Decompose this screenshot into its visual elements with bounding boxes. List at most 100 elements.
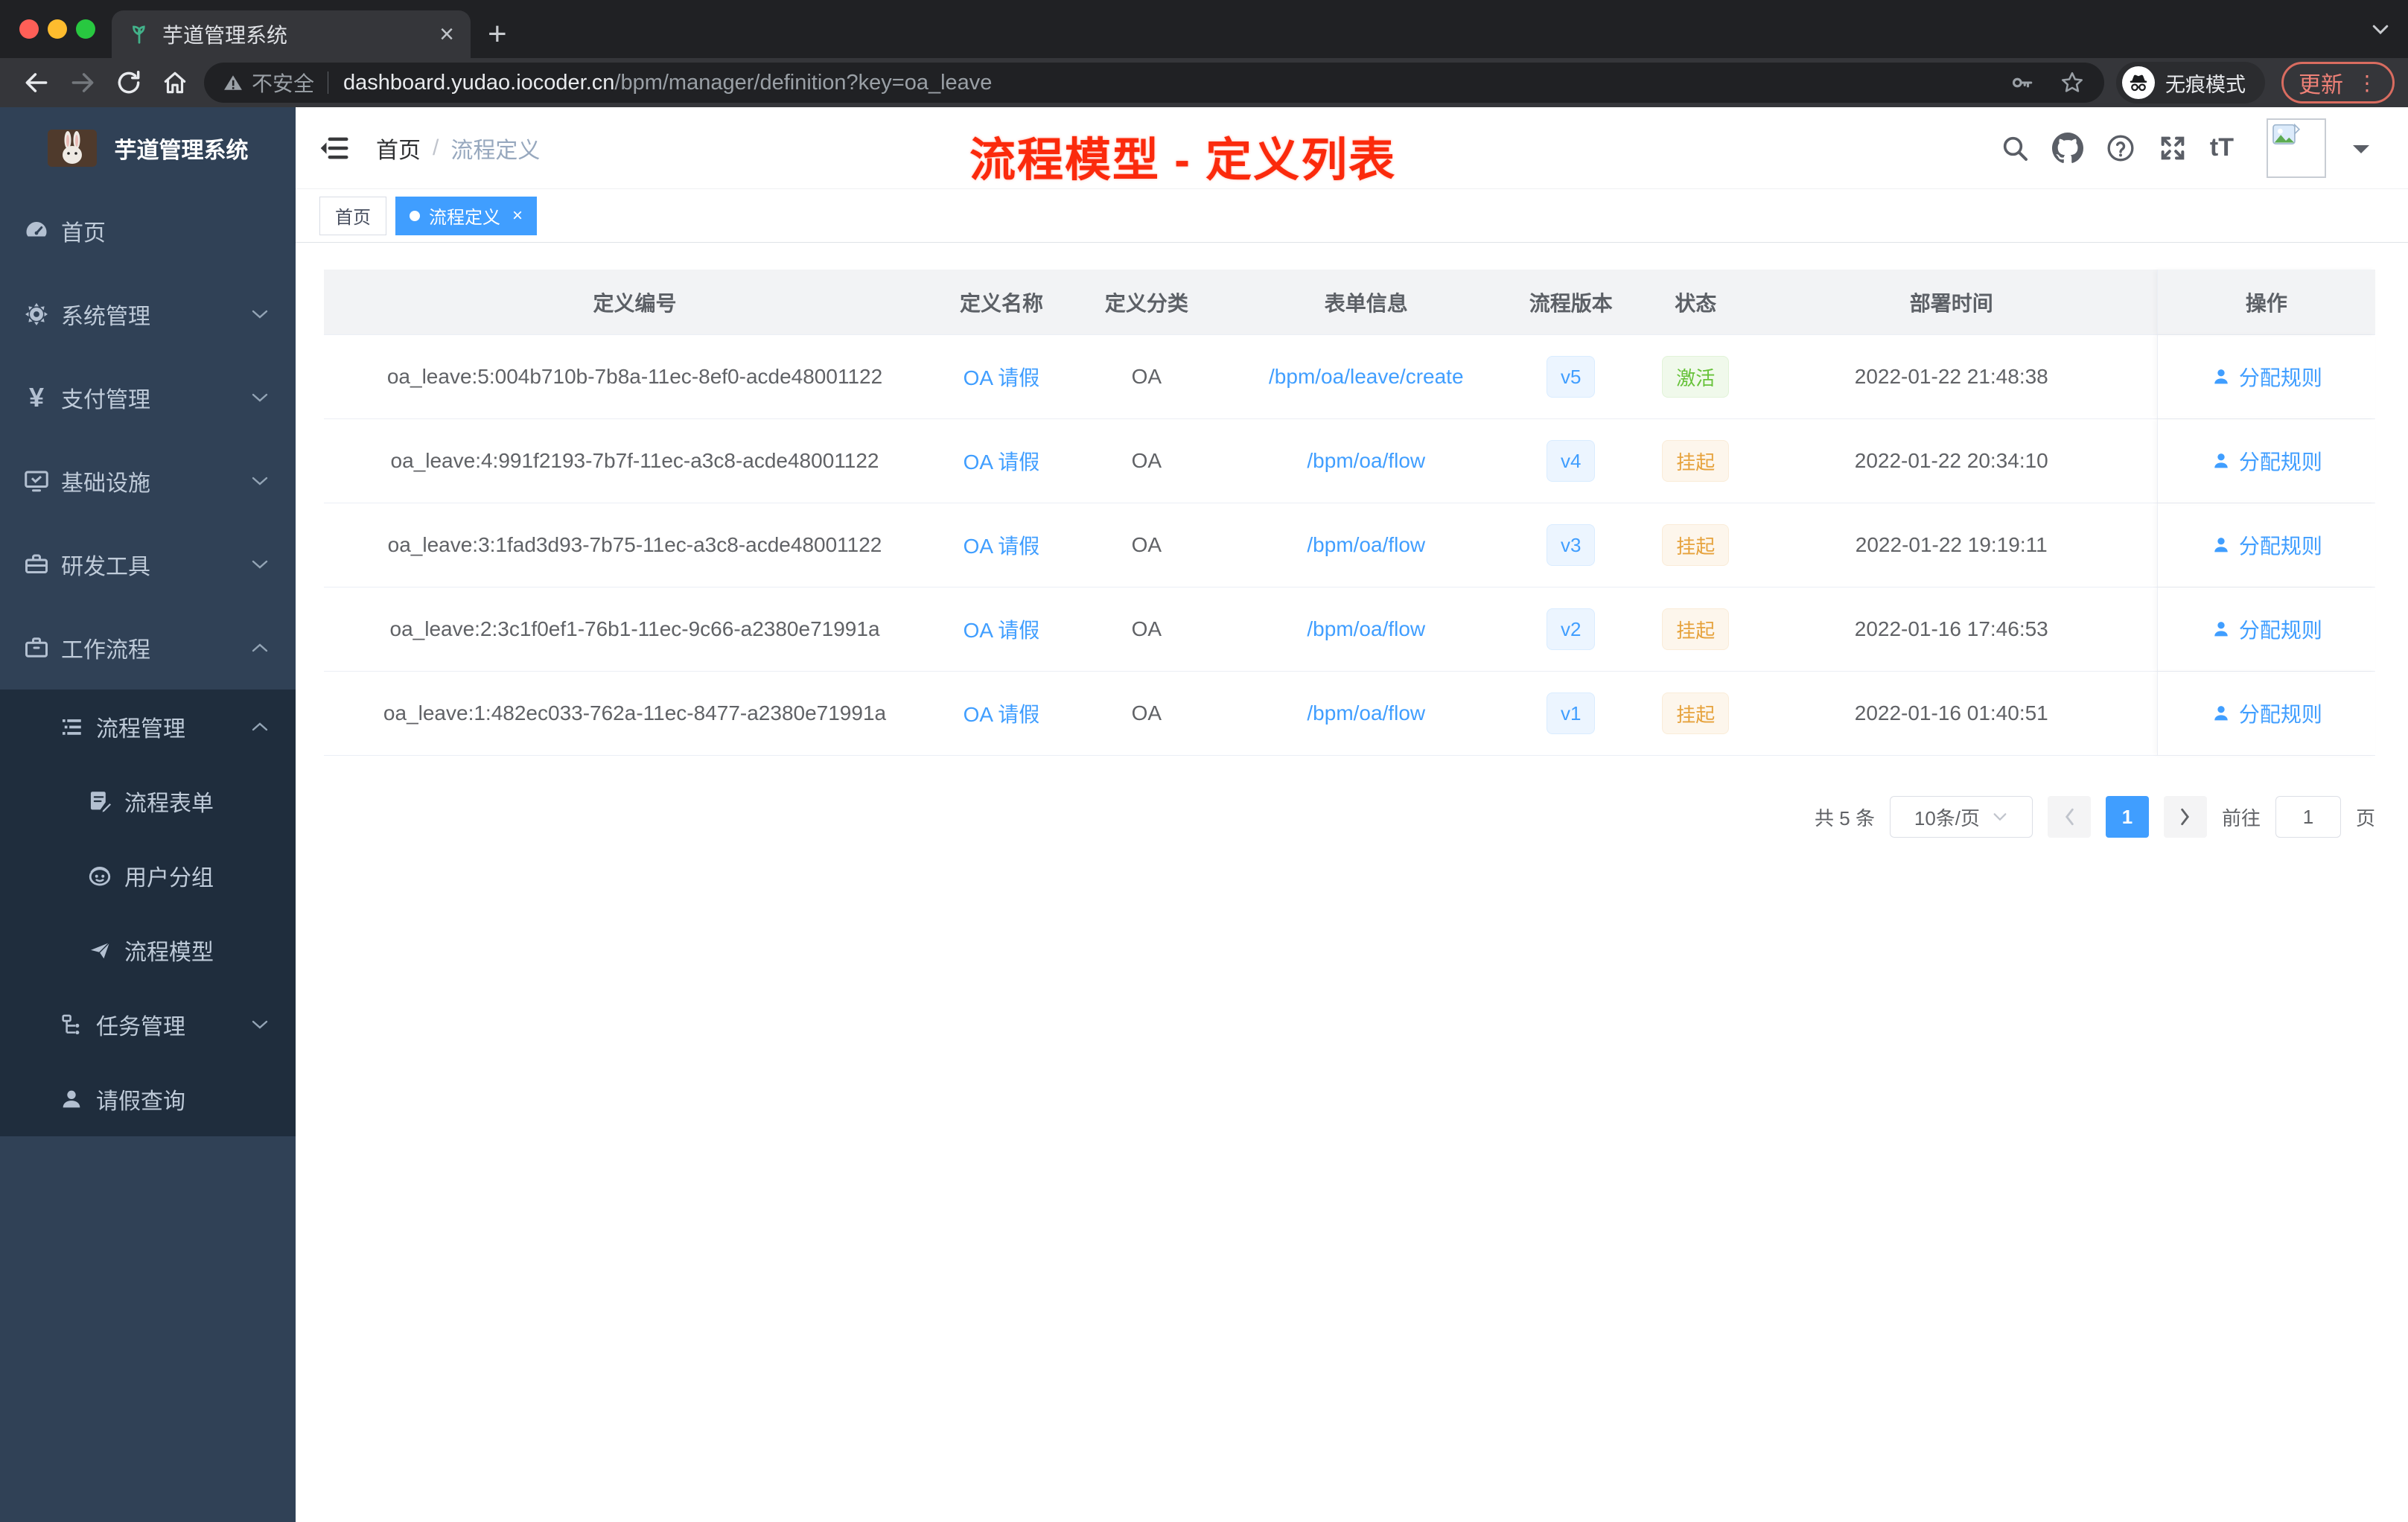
new-tab-button[interactable]: +	[488, 10, 507, 58]
assign-user-icon	[2211, 366, 2232, 387]
assign-rule-link[interactable]: 分配规则	[2239, 362, 2322, 392]
favicon-sprout-icon	[128, 23, 150, 45]
form-info-link[interactable]: /bpm/oa/flow	[1307, 701, 1425, 725]
definition-category: OA	[1131, 365, 1162, 388]
github-icon[interactable]	[2051, 132, 2083, 164]
sidebar-item-process-management[interactable]: 流程管理	[0, 690, 296, 764]
assign-rule-link[interactable]: 分配规则	[2239, 446, 2322, 476]
toolbox-icon	[22, 551, 51, 578]
sidebar-item-workflow[interactable]: 工作流程	[0, 606, 296, 690]
definition-name-link[interactable]: OA 请假	[963, 362, 1040, 392]
definition-id: oa_leave:3:1fad3d93-7b75-11ec-a3c8-acde4…	[387, 533, 882, 556]
deploy-time: 2022-01-22 19:19:11	[1855, 533, 2048, 556]
chevron-up-icon	[251, 643, 269, 653]
home-button[interactable]	[152, 69, 198, 97]
yen-icon: ¥	[28, 382, 45, 413]
caret-down-icon[interactable]	[2353, 144, 2369, 162]
assign-user-icon	[2211, 619, 2232, 640]
sidebar-item-process-form[interactable]: 流程表单	[0, 764, 296, 838]
sidebar-item-leave-query[interactable]: 请假查询	[0, 1062, 296, 1136]
browser-tabstrip: 芋道管理系统 × +	[0, 0, 2408, 58]
help-icon[interactable]	[2106, 133, 2135, 163]
table-row: oa_leave:1:482ec033-762a-11ec-8477-a2380…	[324, 672, 2375, 756]
hamburger-icon[interactable]	[318, 134, 349, 162]
col-definition-id: 定义编号	[593, 291, 677, 315]
tag-home[interactable]: 首页	[319, 196, 386, 235]
assign-rule-link[interactable]: 分配规则	[2239, 530, 2322, 560]
update-label: 更新	[2299, 73, 2343, 98]
page-header: 首页 / 流程定义 流程模型 - 定义列表 tT	[296, 107, 2408, 189]
assign-rule-link[interactable]: 分配规则	[2239, 614, 2322, 644]
definition-name-link[interactable]: OA 请假	[963, 614, 1040, 644]
sidebar: 芋道管理系统 首页 系统管理 ¥ 支付管理 基础设施 研发工具 工作流程 流程管…	[0, 107, 296, 1522]
definition-id: oa_leave:1:482ec033-762a-11ec-8477-a2380…	[383, 701, 887, 725]
maximize-window-button[interactable]	[76, 19, 95, 39]
form-info-link[interactable]: /bpm/oa/flow	[1307, 533, 1425, 557]
incognito-icon	[2122, 66, 2155, 99]
definition-name-link[interactable]: OA 请假	[963, 530, 1040, 560]
status-badge: 挂起	[1662, 692, 1730, 734]
workflow-submenu: 流程管理 流程表单 用户分组 流程模型 任务管理 请假查询	[0, 690, 296, 1136]
paper-plane-icon	[86, 937, 114, 963]
chevron-up-icon	[251, 722, 269, 732]
fullscreen-icon[interactable]	[2158, 133, 2188, 163]
tab-search-chevron-icon[interactable]	[2369, 19, 2392, 39]
logo-avatar	[47, 130, 97, 167]
next-page-button[interactable]	[2163, 796, 2207, 838]
definition-id: oa_leave:4:991f2193-7b7f-11ec-a3c8-acde4…	[390, 449, 879, 472]
browser-tab[interactable]: 芋道管理系统 ×	[112, 10, 471, 58]
col-definition-category: 定义分类	[1104, 291, 1188, 315]
sidebar-item-dev-tools[interactable]: 研发工具	[0, 523, 296, 606]
forward-button[interactable]	[60, 69, 106, 97]
sidebar-item-user-group[interactable]: 用户分组	[0, 838, 296, 913]
definition-id: oa_leave:5:004b710b-7b8a-11ec-8ef0-acde4…	[386, 365, 883, 388]
bookmark-star-icon[interactable]	[2060, 70, 2085, 95]
breadcrumb-home[interactable]: 首页	[376, 132, 421, 165]
version-badge: v4	[1546, 440, 1596, 482]
form-info-link[interactable]: /bpm/oa/flow	[1307, 617, 1425, 641]
search-icon[interactable]	[2000, 133, 2030, 163]
password-key-icon[interactable]	[2009, 70, 2034, 95]
browser-menu-icon[interactable]: ⋮	[2357, 71, 2377, 95]
minimize-window-button[interactable]	[48, 19, 67, 39]
window-controls[interactable]	[19, 19, 95, 39]
form-info-link[interactable]: /bpm/oa/flow	[1307, 449, 1425, 473]
form-info-link[interactable]: /bpm/oa/leave/create	[1269, 365, 1464, 389]
goto-label: 前往	[2221, 806, 2261, 830]
browser-update-button[interactable]: 更新 ⋮	[2281, 62, 2395, 104]
close-window-button[interactable]	[19, 19, 39, 39]
definition-category: OA	[1131, 701, 1162, 725]
goto-page-input[interactable]: 1	[2275, 796, 2341, 838]
deploy-time: 2022-01-16 01:40:51	[1854, 701, 2048, 725]
current-page-button[interactable]: 1	[2105, 796, 2149, 838]
reload-button[interactable]	[106, 69, 152, 97]
definition-name-link[interactable]: OA 请假	[963, 446, 1040, 476]
font-size-icon[interactable]: tT	[2210, 133, 2234, 162]
security-warning-icon[interactable]	[223, 74, 243, 92]
sidebar-item-system[interactable]: 系统管理	[0, 273, 296, 356]
page-unit-label: 页	[2355, 806, 2375, 830]
status-badge: 挂起	[1662, 524, 1730, 566]
assign-rule-link[interactable]: 分配规则	[2239, 698, 2322, 728]
table-header: 定义编号 定义名称 定义分类 表单信息 流程版本 状态 部署时间 操作	[324, 270, 2375, 335]
address-bar[interactable]: 不安全 dashboard.yudao.iocoder.cn /bpm/mana…	[204, 63, 2104, 103]
status-badge: 挂起	[1662, 440, 1730, 482]
page-size-select[interactable]: 10条/页	[1889, 796, 2033, 838]
prev-page-button[interactable]	[2047, 796, 2091, 838]
back-button[interactable]	[13, 69, 60, 97]
tag-close-icon[interactable]: ×	[512, 206, 523, 226]
col-status: 状态	[1675, 291, 1717, 315]
tab-close-icon[interactable]: ×	[439, 22, 454, 47]
sidebar-item-task-management[interactable]: 任务管理	[0, 987, 296, 1062]
definition-name-link[interactable]: OA 请假	[963, 698, 1040, 728]
avatar[interactable]	[2267, 118, 2326, 178]
tag-process-definition[interactable]: 流程定义 ×	[395, 196, 538, 235]
sidebar-item-payment[interactable]: ¥ 支付管理	[0, 356, 296, 439]
breadcrumb: 首页 / 流程定义	[376, 132, 540, 165]
sidebar-item-process-model[interactable]: 流程模型	[0, 913, 296, 987]
sidebar-item-home[interactable]: 首页	[0, 189, 296, 273]
sidebar-item-infrastructure[interactable]: 基础设施	[0, 439, 296, 523]
chevron-down-icon	[251, 1019, 269, 1030]
sidebar-menu: 首页 系统管理 ¥ 支付管理 基础设施 研发工具 工作流程 流程管理 流程表单 …	[0, 189, 296, 1136]
pagination: 共 5 条 10条/页 1 前往 1 页	[324, 796, 2375, 838]
